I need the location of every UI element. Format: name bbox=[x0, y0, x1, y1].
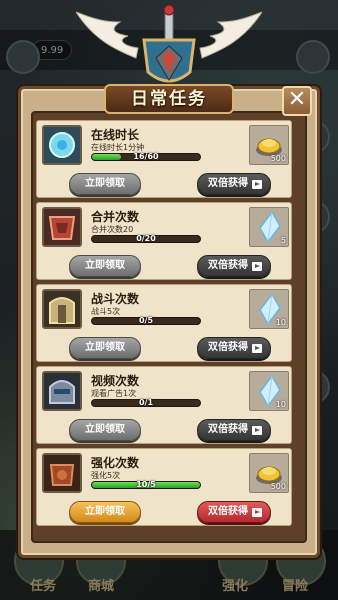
task-name: 战斗次数 bbox=[91, 292, 140, 306]
progress-bar: 10/5 bbox=[91, 480, 201, 489]
progress-text: 0/5 bbox=[138, 316, 154, 325]
double-label: 双倍获得 bbox=[208, 178, 248, 189]
progress-bar: 0/1 bbox=[91, 398, 201, 407]
reward-slot: 10 bbox=[249, 371, 289, 411]
reward-count: 10 bbox=[275, 318, 286, 327]
progress-text: 0/1 bbox=[138, 398, 154, 407]
battle-gate-icon bbox=[42, 289, 82, 329]
task-card-battle-count: 战斗次数 战斗5次 0/5 10 立即领取 双倍获得 bbox=[36, 284, 292, 362]
task-name: 合并次数 bbox=[91, 210, 140, 224]
reward-slot: 10 bbox=[249, 289, 289, 329]
task-card-online-time: 在线时长 在线时长1分钟 16/60 500 立即领取 双倍获得 bbox=[36, 120, 292, 198]
settings-icon bbox=[296, 40, 330, 74]
double-label: 双倍获得 bbox=[208, 342, 248, 353]
task-card-upgrade-count: 强化次数 强化5次 10/5 500 立即领取 双倍获得 bbox=[36, 448, 292, 526]
task-name: 强化次数 bbox=[91, 456, 140, 470]
claim-button[interactable]: 立即领取 bbox=[69, 173, 141, 195]
reward-slot: 500 bbox=[249, 453, 289, 493]
task-card-video-count: 视频次数 观看广告1次 0/1 10 立即领取 双倍获得 bbox=[36, 366, 292, 444]
claim-button[interactable]: 立即领取 bbox=[69, 255, 141, 277]
video-play-icon bbox=[252, 262, 262, 271]
tab-tasks: 任务 bbox=[30, 579, 57, 594]
online-time-icon bbox=[42, 125, 82, 165]
merge-armor-icon bbox=[42, 207, 82, 247]
task-card-merge-count: 合并次数 合并次数20 0/20 5 立即领取 双倍获得 bbox=[36, 202, 292, 280]
progress-bar: 0/5 bbox=[91, 316, 201, 325]
progress-text: 16/60 bbox=[133, 152, 159, 161]
video-play-icon bbox=[252, 344, 262, 353]
double-reward-button[interactable]: 双倍获得 bbox=[197, 419, 271, 441]
reward-count: 500 bbox=[270, 154, 286, 163]
task-name: 在线时长 bbox=[91, 128, 140, 142]
double-label: 双倍获得 bbox=[208, 260, 248, 271]
reward-slot: 5 bbox=[249, 207, 289, 247]
double-reward-button[interactable]: 双倍获得 bbox=[197, 255, 271, 277]
video-helmet-icon bbox=[42, 371, 82, 411]
reward-slot: 500 bbox=[249, 125, 289, 165]
double-reward-button[interactable]: 双倍获得 bbox=[197, 173, 271, 195]
close-button[interactable]: ✕ bbox=[282, 86, 312, 116]
claim-button[interactable]: 立即领取 bbox=[69, 419, 141, 441]
tab-adventure: 冒险 bbox=[282, 579, 309, 594]
video-play-icon bbox=[252, 426, 262, 435]
reward-count: 500 bbox=[270, 482, 286, 491]
winged-sword-emblem-icon bbox=[76, 4, 262, 83]
double-reward-button[interactable]: 双倍获得 bbox=[197, 501, 271, 523]
progress-bar: 16/60 bbox=[91, 152, 201, 161]
video-play-icon bbox=[252, 508, 262, 517]
dialog-title: 日常任务 bbox=[104, 84, 234, 114]
reward-count: 5 bbox=[280, 236, 286, 245]
progress-text: 10/5 bbox=[136, 480, 156, 489]
tab-upgrade: 强化 bbox=[222, 579, 249, 594]
progress-bar: 0/20 bbox=[91, 234, 201, 243]
menu-icon bbox=[6, 40, 40, 74]
double-reward-button[interactable]: 双倍获得 bbox=[197, 337, 271, 359]
reward-count: 10 bbox=[275, 400, 286, 409]
double-label: 双倍获得 bbox=[208, 424, 248, 435]
double-label: 双倍获得 bbox=[208, 506, 248, 517]
claim-button[interactable]: 立即领取 bbox=[69, 501, 141, 523]
task-name: 视频次数 bbox=[91, 374, 140, 388]
close-icon: ✕ bbox=[287, 87, 307, 112]
upgrade-armor-icon bbox=[42, 453, 82, 493]
claim-button[interactable]: 立即领取 bbox=[69, 337, 141, 359]
video-play-icon bbox=[252, 180, 262, 189]
tab-shop: 商城 bbox=[88, 579, 115, 594]
progress-text: 0/20 bbox=[136, 234, 156, 243]
